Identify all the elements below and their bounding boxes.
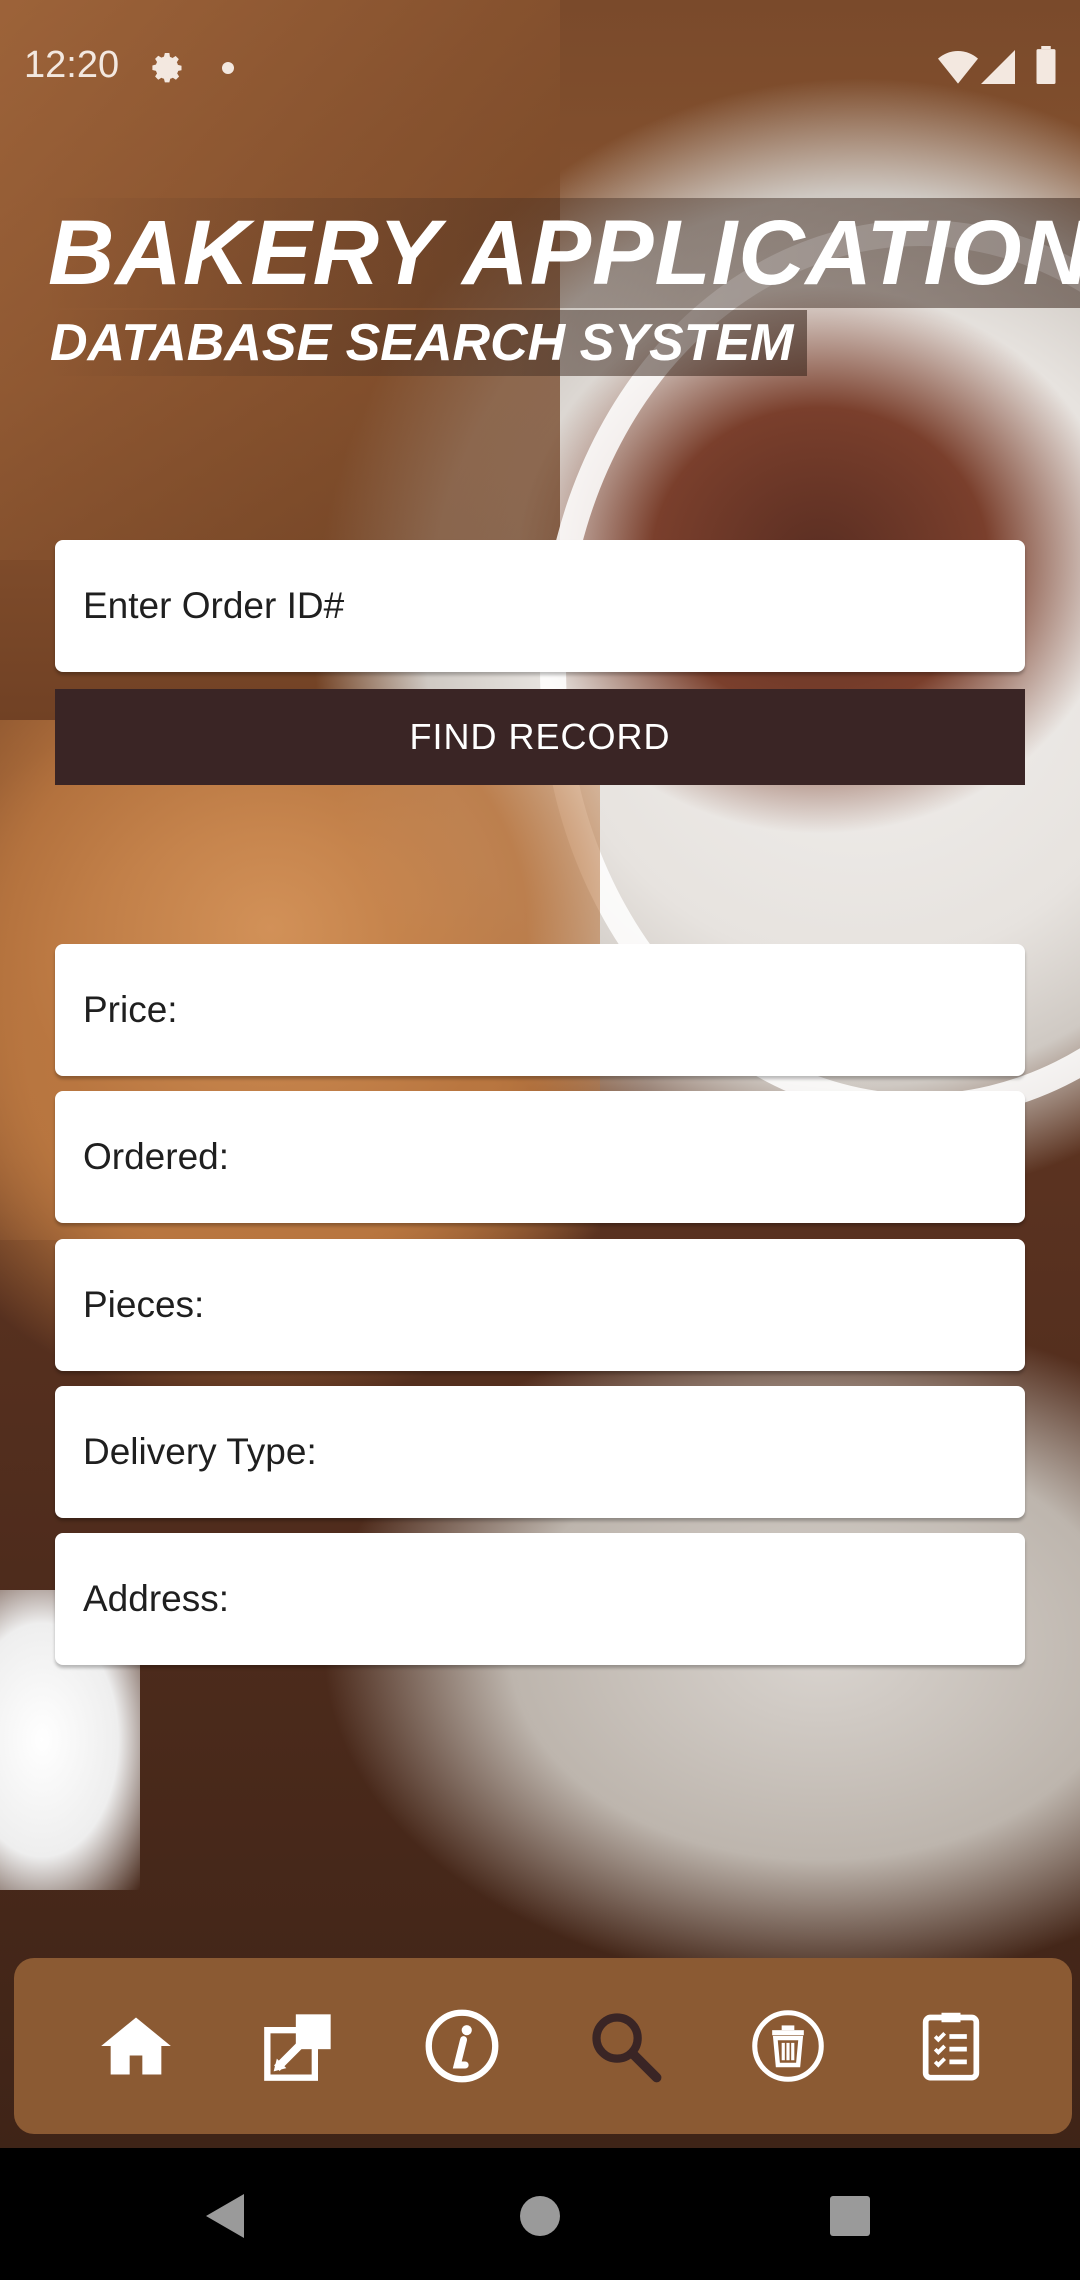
recents-icon[interactable] <box>830 2196 870 2236</box>
order-id-input[interactable] <box>83 540 1025 672</box>
nav-home-button[interactable] <box>96 2006 176 2086</box>
wifi-icon <box>938 51 978 84</box>
info-icon <box>425 2009 498 2083</box>
pieces-field[interactable]: Pieces: <box>55 1239 1025 1371</box>
address-field[interactable]: Address: <box>55 1533 1025 1665</box>
status-bar: 12:20 <box>0 0 1080 136</box>
back-icon[interactable] <box>204 2192 246 2240</box>
signal-icon <box>981 50 1015 84</box>
home-button-icon[interactable] <box>518 2194 562 2238</box>
ordered-field[interactable]: Ordered: <box>55 1091 1025 1223</box>
status-time: 12:20 <box>24 44 120 86</box>
bottom-navigation <box>14 1958 1072 2134</box>
app-title: BAKERY APPLICATION <box>44 198 1080 308</box>
home-icon <box>100 2017 171 2075</box>
battery-icon <box>1036 46 1056 84</box>
app-subtitle: DATABASE SEARCH SYSTEM <box>48 310 808 376</box>
trash-icon <box>751 2010 824 2082</box>
delivery-type-label: Delivery Type: <box>83 1431 317 1472</box>
price-label: Price: <box>83 989 178 1030</box>
ordered-label: Ordered: <box>83 1136 230 1177</box>
notification-dot-icon <box>222 62 234 74</box>
settings-icon <box>152 53 182 83</box>
nav-delete-button[interactable] <box>748 2006 828 2086</box>
price-field[interactable]: Price: <box>55 944 1025 1076</box>
address-label: Address: <box>83 1578 230 1619</box>
clipboard-list-icon <box>922 2012 979 2081</box>
order-id-field[interactable] <box>55 540 1025 672</box>
search-icon <box>591 2013 661 2083</box>
find-record-button[interactable]: FIND RECORD <box>55 689 1025 785</box>
nav-records-button[interactable] <box>911 2006 991 2086</box>
nav-edit-button[interactable] <box>259 2006 339 2086</box>
pieces-label: Pieces: <box>83 1284 205 1325</box>
nav-info-button[interactable] <box>422 2006 502 2086</box>
delivery-type-field[interactable]: Delivery Type: <box>55 1386 1025 1518</box>
edit-icon <box>263 2014 331 2081</box>
nav-search-button[interactable] <box>585 2006 665 2086</box>
